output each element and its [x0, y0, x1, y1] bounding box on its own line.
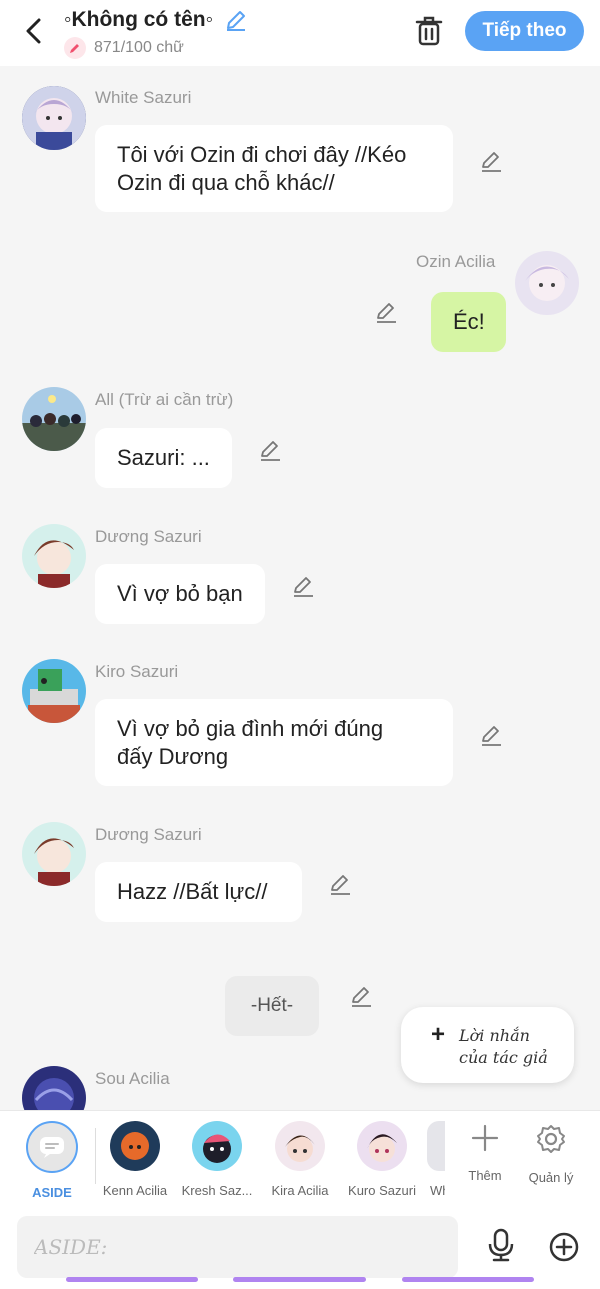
plus-icon [455, 1123, 515, 1158]
gear-icon [521, 1123, 581, 1160]
avatar-all[interactable] [22, 387, 86, 451]
edit-icon[interactable] [258, 438, 282, 462]
character-partial[interactable]: Wh [415, 1121, 445, 1198]
avatar [110, 1121, 160, 1171]
author-note-label-1: Lời nhắn [459, 1026, 530, 1045]
avatar-kiro-sazuri[interactable] [22, 659, 86, 723]
character-label: ASIDE [32, 1185, 72, 1200]
edit-icon[interactable] [291, 574, 315, 598]
character-kenn-acilia[interactable]: Kenn Acilia [95, 1121, 175, 1198]
pencil-icon[interactable] [224, 8, 248, 32]
sender-name: All (Trừ ai cần trừ) [95, 390, 234, 409]
message-bubble[interactable]: Tôi với Ozin đi chơi đây //Kéo Ozin đi q… [95, 125, 453, 212]
avatar [357, 1121, 407, 1171]
character-aside[interactable]: ASIDE [12, 1121, 92, 1200]
message-bubble[interactable]: Sazuri: ... [95, 428, 232, 488]
character-kira-acilia[interactable]: Kira Acilia [260, 1121, 340, 1198]
microphone-icon[interactable] [486, 1228, 516, 1262]
manage-button[interactable]: Quản lý [521, 1123, 581, 1185]
manage-label: Quản lý [528, 1170, 574, 1185]
sender-name: Dương Sazuri [95, 825, 202, 844]
avatar-ozin-acilia[interactable] [515, 251, 579, 315]
underline-indicator [402, 1277, 534, 1282]
character-bar: ASIDE Kenn Acilia Kresh Saz... Kira Acil… [0, 1110, 600, 1204]
character-label: Kenn Acilia [102, 1183, 168, 1198]
message-bubble[interactable]: Vì vợ bỏ bạn [95, 564, 265, 624]
edit-icon[interactable] [479, 149, 503, 173]
chat-area[interactable]: White Sazuri Tôi với Ozin đi chơi đây //… [0, 66, 600, 1110]
character-label: Kresh Saz... [181, 1183, 253, 1198]
add-label: Thêm [468, 1168, 502, 1183]
plus-icon: + [431, 1021, 446, 1048]
sender-name: Sou Acilia [95, 1069, 170, 1088]
avatar-white-sazuri[interactable] [22, 86, 86, 150]
back-arrow-icon[interactable] [18, 14, 48, 48]
avatar-duong-sazuri[interactable] [22, 822, 86, 886]
aside-bubble[interactable]: -Hết- [225, 976, 319, 1036]
avatar [192, 1121, 242, 1171]
message-line: Ozin đi qua chỗ khác// [117, 170, 335, 195]
character-kuro-sazuri[interactable]: Kuro Sazuri [342, 1121, 422, 1198]
sender-name: Kiro Sazuri [95, 662, 179, 681]
character-kresh[interactable]: Kresh Saz... [177, 1121, 257, 1198]
avatar-duong-sazuri[interactable] [22, 524, 86, 588]
input-bar [0, 1204, 600, 1289]
avatar [275, 1121, 325, 1171]
avatar [427, 1121, 445, 1171]
edit-icon[interactable] [349, 984, 373, 1008]
underline-indicator [66, 1277, 198, 1282]
sender-name: Dương Sazuri [95, 527, 202, 546]
message-bubble[interactable]: Vì vợ bỏ gia đình mới đúng đấy Dương [95, 699, 453, 786]
message-bubble[interactable]: Hazz //Bất lực// [95, 862, 302, 922]
story-title[interactable]: ◦Không có tên◦ [64, 8, 213, 32]
message-line: đấy Dương [117, 744, 229, 769]
my-message-bubble[interactable]: Éc! [431, 292, 506, 352]
character-label: Kira Acilia [271, 1183, 329, 1198]
word-count-text: 871/100 chữ [94, 39, 184, 56]
character-label: Wh [430, 1183, 445, 1198]
top-bar: ◦Không có tên◦ 871/100 chữ Tiếp theo [0, 0, 600, 66]
character-label: Kuro Sazuri [348, 1183, 416, 1198]
edit-icon[interactable] [328, 872, 352, 896]
plus-circle-icon[interactable] [548, 1231, 580, 1263]
message-line: Tôi với Ozin đi chơi đây //Kéo [117, 142, 407, 167]
edit-icon[interactable] [374, 300, 398, 324]
pen-icon [64, 37, 86, 59]
edit-icon[interactable] [479, 723, 503, 747]
message-input[interactable] [17, 1216, 458, 1278]
author-note-label-2: của tác giả [459, 1048, 548, 1067]
aside-icon [26, 1121, 78, 1173]
avatar-sou-acilia[interactable] [22, 1066, 86, 1110]
underline-indicator [233, 1277, 366, 1282]
message-line: Vì vợ bỏ gia đình mới đúng [117, 716, 384, 741]
author-note-button[interactable]: + Lời nhắn của tác giả [401, 1007, 574, 1083]
sender-name: White Sazuri [95, 88, 192, 107]
add-character-button[interactable]: Thêm [455, 1123, 515, 1183]
word-count: 871/100 chữ [64, 37, 184, 59]
sender-name: Ozin Acilia [416, 252, 496, 271]
next-button[interactable]: Tiếp theo [465, 11, 584, 51]
trash-icon[interactable] [414, 15, 444, 47]
